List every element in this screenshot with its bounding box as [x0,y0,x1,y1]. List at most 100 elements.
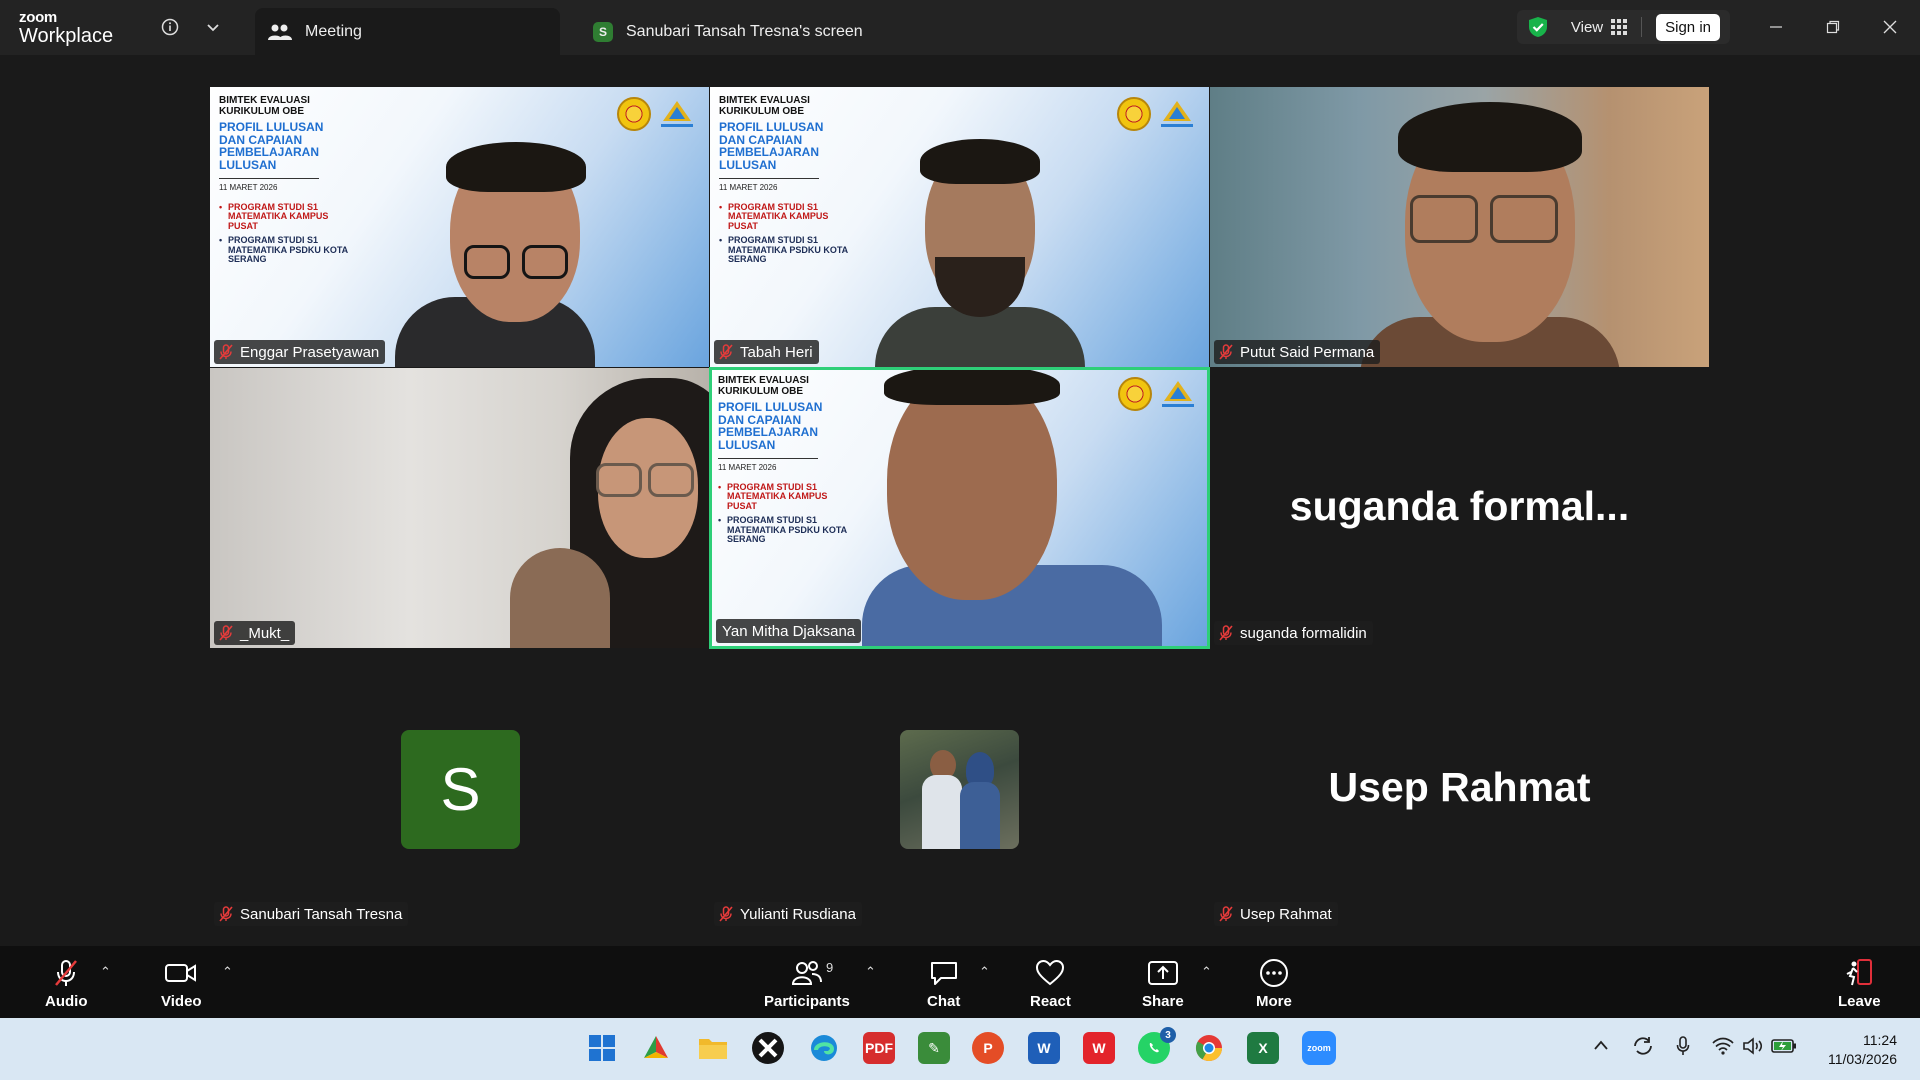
audio-label: Audio [45,993,88,1010]
more-icon [1259,959,1288,987]
chevron-down-icon[interactable] [201,15,225,39]
header-divider [1641,17,1643,37]
security-shield-icon[interactable] [1527,16,1549,38]
more-label: More [1256,993,1292,1010]
speaker-volume-icon[interactable] [1742,1037,1764,1060]
participant-display-name: Usep Rahmat [1328,764,1591,810]
participant-name-tag: Putut Said Permana [1214,340,1381,364]
participants-icon [791,961,822,985]
video-label: Video [161,993,202,1010]
mic-muted-icon [219,906,233,922]
video-tile-putut[interactable]: Putut Said Permana [1210,87,1709,367]
video-tile-enggar[interactable]: BIMTEK EVALUASI KURIKULUM OBE PROFIL LUL… [210,87,709,367]
participant-name-tag: suganda formalidin [1214,621,1373,645]
video-tile-yulianti[interactable]: Yulianti Rusdiana [710,649,1209,929]
pdf-app-icon[interactable]: PDF [863,1032,895,1064]
video-camera-icon [165,964,197,982]
participant-video [1210,87,1709,367]
sign-in-button[interactable]: Sign in [1656,13,1720,41]
react-label: React [1030,993,1071,1010]
wifi-icon[interactable] [1712,1037,1734,1060]
participants-count: 9 [826,960,834,975]
video-tile-yan-active-speaker[interactable]: BIMTEK EVALUASI KURIKULUM OBE PROFIL LUL… [709,367,1210,649]
file-explorer-icon[interactable] [697,1032,729,1064]
notification-badge: 3 [1160,1027,1176,1043]
battery-charging-icon[interactable] [1771,1038,1797,1059]
clock-time: 11:24 [1863,1032,1897,1048]
tab-meeting[interactable]: Meeting [255,8,560,55]
participant-name: Putut Said Permana [1240,343,1375,361]
excel-icon[interactable]: X [1247,1032,1279,1064]
participant-name-tag: Usep Rahmat [1214,902,1338,926]
mic-muted-icon [219,625,233,641]
mic-muted-icon [55,960,78,986]
participants-button[interactable]: Participants [764,958,850,1010]
participant-name: Sanubari Tansah Tresna [240,905,403,923]
share-button[interactable]: Share [1142,958,1184,1010]
video-tile-suganda[interactable]: suganda formal... suganda formalidin [1210,368,1709,648]
minimize-icon[interactable] [1756,10,1796,44]
meeting-control-bar: Audio ⌃ Video ⌃ Participants 9 ⌃ Chat ⌃ … [0,946,1920,1018]
mic-muted-icon [1219,906,1233,922]
participant-video [210,87,709,367]
participant-name: Yan Mitha Djaksana [722,622,856,640]
clock-date: 11/03/2026 [1827,1051,1897,1067]
more-button[interactable]: More [1256,958,1292,1010]
title-bar: zoom Workplace Meeting S Sanubari Tansah… [0,0,1920,55]
participants-options-caret-icon[interactable]: ⌃ [865,964,876,980]
participant-name: Usep Rahmat [1240,905,1332,923]
avatar: S [401,730,520,849]
view-label: View [1570,18,1604,36]
view-button[interactable]: View [1570,18,1628,36]
system-clock[interactable]: 11:24 11/03/2026 [1828,1031,1897,1069]
grid-icon [1611,19,1628,35]
chat-button[interactable]: Chat [927,958,960,1010]
video-tile-sanubari[interactable]: S Sanubari Tansah Tresna [210,649,709,929]
windows-start-icon[interactable] [586,1032,618,1064]
leave-door-icon [1846,959,1873,986]
pinned-app-icon[interactable] [640,1032,672,1064]
mic-muted-icon [219,344,233,360]
participant-video [712,370,1207,646]
edge-browser-icon[interactable] [808,1032,840,1064]
participant-name: Yulianti Rusdiana [740,905,856,923]
video-tile-tabah[interactable]: BIMTEK EVALUASI KURIKULUM OBE PROFIL LUL… [710,87,1209,367]
close-icon[interactable] [1870,10,1910,44]
info-icon[interactable] [158,15,182,39]
people-icon [268,24,292,40]
chrome-icon[interactable] [1193,1032,1225,1064]
sync-icon[interactable] [1632,1036,1654,1061]
tab-shared-screen-label: Sanubari Tansah Tresna's screen [626,22,863,40]
video-button[interactable]: Video [161,958,202,1010]
mic-muted-icon [719,906,733,922]
mic-muted-icon [1219,344,1233,360]
microphone-icon[interactable] [1676,1036,1690,1061]
participant-video [210,368,709,648]
leave-button[interactable]: Leave [1838,958,1881,1010]
video-tile-usep[interactable]: Usep Rahmat Usep Rahmat [1210,649,1709,929]
react-button[interactable]: React [1030,958,1071,1010]
pinned-app-icon[interactable]: ✎ [918,1032,950,1064]
wps-office-icon[interactable]: W [1083,1032,1115,1064]
participant-name-tag: Yulianti Rusdiana [714,902,862,926]
share-label: Share [1142,993,1184,1010]
whatsapp-icon[interactable]: 3 [1138,1027,1176,1064]
audio-button[interactable]: Audio [45,958,88,1010]
mic-muted-icon [719,344,733,360]
video-options-caret-icon[interactable]: ⌃ [222,964,233,980]
crossover-app-icon[interactable] [752,1032,784,1064]
share-options-caret-icon[interactable]: ⌃ [1201,964,1212,980]
tab-meeting-label: Meeting [305,22,362,40]
video-tile-mukt[interactable]: _Mukt_ [210,368,709,648]
tray-overflow-chevron-icon[interactable] [1593,1038,1609,1056]
participant-name: Tabah Heri [740,343,813,361]
audio-options-caret-icon[interactable]: ⌃ [100,964,111,980]
chat-options-caret-icon[interactable]: ⌃ [979,964,990,980]
zoom-app-icon[interactable]: zoom [1302,1031,1336,1065]
participant-name: suganda formalidin [1240,624,1367,642]
powerpoint-icon[interactable]: P [972,1032,1004,1064]
word-icon[interactable]: W [1028,1032,1060,1064]
participant-name: _Mukt_ [240,624,290,642]
tab-shared-screen[interactable]: S Sanubari Tansah Tresna's screen [583,8,883,55]
restore-icon[interactable] [1813,10,1853,44]
